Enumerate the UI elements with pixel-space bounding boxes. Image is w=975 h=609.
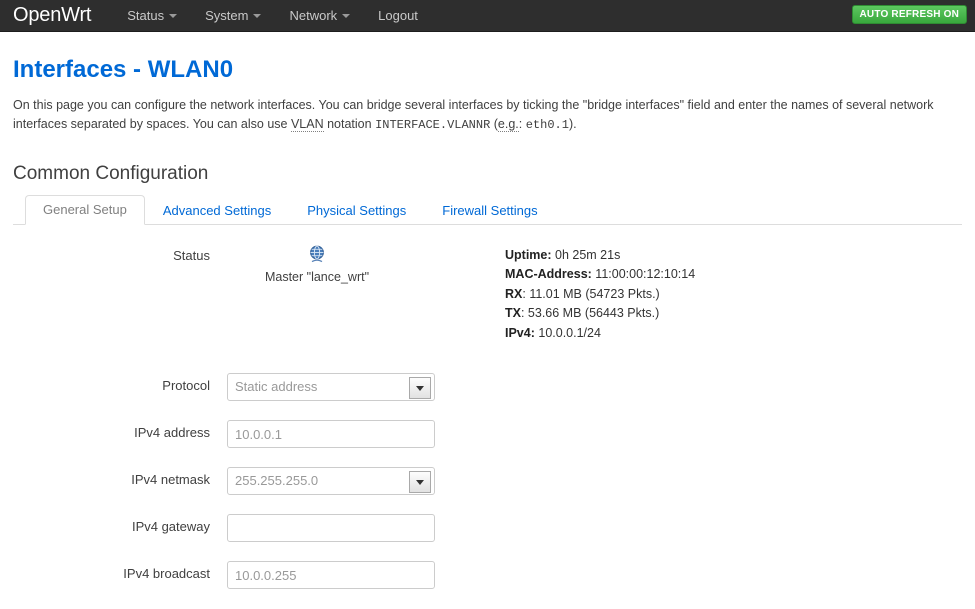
interface-vlannr-code: INTERFACE.VLANNR	[375, 118, 491, 132]
stat-tx: TX: 53.66 MB (56443 Pkts.)	[505, 304, 695, 323]
ipv4-gateway-input[interactable]	[227, 514, 435, 543]
stat-ipv4-value: 10.0.0.1/24	[538, 325, 601, 340]
nav-item-network-label: Network	[289, 8, 338, 23]
status-content: Master "lance_wrt" Uptime: 0h 25m 21s MA…	[227, 243, 695, 343]
general-setup-form: Status Master "lance_wrt" Uptime: 0h 25m…	[13, 225, 962, 590]
tab-physical-settings[interactable]: Physical Settings	[289, 196, 424, 225]
eg-abbreviation: e.g.	[497, 117, 519, 132]
settings-tab-bar: General Setup Advanced Settings Physical…	[13, 195, 962, 225]
ipv4-address-label: IPv4 address	[134, 425, 210, 441]
main-menu: Status System Network Logout	[113, 0, 432, 31]
page-content: Interfaces - WLAN0 On this page you can …	[0, 56, 975, 590]
page-description: On this page you can configure the netwo…	[13, 96, 958, 135]
nav-item-logout[interactable]: Logout	[364, 0, 432, 31]
stat-ipv4: IPv4: 10.0.0.1/24	[505, 324, 695, 343]
nav-item-system-label: System	[205, 8, 249, 23]
auto-refresh-badge[interactable]: AUTO REFRESH ON	[851, 5, 967, 24]
nav-item-status-label: Status	[127, 8, 165, 23]
stat-rx-key: RX	[505, 286, 523, 301]
protocol-label: Protocol	[162, 378, 210, 394]
nav-item-system[interactable]: System	[191, 0, 275, 31]
interface-status-block: Master "lance_wrt"	[227, 243, 407, 285]
dropdown-arrow-icon[interactable]	[409, 471, 431, 494]
ipv4-netmask-selected-value: 255.255.255.0	[235, 473, 319, 489]
vlan-abbreviation: VLAN	[290, 117, 324, 132]
stat-uptime-key: Uptime:	[505, 248, 552, 262]
form-row-ipv4-netmask: IPv4 netmask 255.255.255.0	[13, 467, 962, 496]
ipv4-netmask-field: 255.255.255.0	[227, 467, 435, 496]
form-row-ipv4-broadcast: IPv4 broadcast	[13, 561, 962, 590]
description-text-part2: notation	[323, 117, 376, 131]
interface-statistics: Uptime: 0h 25m 21s MAC-Address: 11:00:00…	[505, 243, 695, 343]
ipv4-broadcast-field	[227, 561, 435, 590]
chevron-down-icon	[169, 13, 178, 18]
status-label: Status	[173, 248, 210, 263]
stat-ipv4-key: IPv4:	[505, 325, 535, 340]
section-title-common-configuration: Common Configuration	[13, 163, 209, 184]
nav-item-logout-label: Logout	[378, 8, 418, 23]
form-row-protocol: Protocol Static address	[13, 373, 962, 402]
ipv4-gateway-field	[227, 514, 435, 543]
ipv4-broadcast-label: IPv4 broadcast	[123, 566, 210, 582]
stat-mac-address-value: 11:00:00:12:10:14	[595, 267, 696, 282]
interface-mode-caption: Master "lance_wrt"	[264, 270, 370, 284]
tab-general-setup[interactable]: General Setup	[25, 195, 145, 225]
form-row-ipv4-gateway: IPv4 gateway	[13, 514, 962, 543]
stat-tx-value: : 53.66 MB (56443 Pkts.)	[520, 306, 660, 321]
description-text-part3: (	[490, 117, 498, 131]
stat-rx-value: : 11.01 MB (54723 Pkts.)	[522, 286, 660, 301]
ipv4-address-field	[227, 420, 435, 449]
stat-mac-address: MAC-Address: 11:00:00:12:10:14	[505, 265, 695, 284]
protocol-selected-value: Static address	[235, 379, 318, 395]
stat-rx: RX: 11.01 MB (54723 Pkts.)	[505, 285, 695, 304]
ipv4-address-input[interactable]	[227, 420, 435, 449]
ipv4-broadcast-input[interactable]	[227, 561, 435, 590]
stat-tx-key: TX	[505, 306, 521, 321]
tab-advanced-settings[interactable]: Advanced Settings	[145, 196, 289, 225]
nav-item-network[interactable]: Network	[275, 0, 364, 31]
nav-item-status[interactable]: Status	[113, 0, 191, 31]
stat-uptime-value: 0h 25m 21s	[555, 248, 621, 262]
tab-firewall-settings[interactable]: Firewall Settings	[424, 196, 555, 225]
ipv4-gateway-label: IPv4 gateway	[131, 519, 210, 535]
form-row-ipv4-address: IPv4 address	[13, 420, 962, 449]
description-text-part5: ).	[568, 117, 577, 131]
protocol-field: Static address	[227, 373, 435, 402]
stat-uptime: Uptime: 0h 25m 21s	[505, 246, 695, 265]
wireless-globe-icon	[310, 245, 324, 263]
dropdown-arrow-icon[interactable]	[409, 377, 431, 400]
openwrt-logo[interactable]: OpenWrt	[0, 0, 91, 31]
ipv4-netmask-select[interactable]: 255.255.255.0	[227, 467, 435, 496]
page-title: Interfaces - WLAN0	[13, 56, 234, 83]
chevron-down-icon	[253, 13, 262, 18]
form-row-status: Status Master "lance_wrt" Uptime: 0h 25m…	[13, 243, 962, 343]
description-text-part4: :	[518, 117, 526, 131]
protocol-select[interactable]: Static address	[227, 373, 435, 402]
ipv4-netmask-label: IPv4 netmask	[131, 472, 210, 488]
eth0-example-code: eth0.1	[525, 118, 569, 132]
chevron-down-icon	[342, 13, 351, 18]
top-navigation-bar: OpenWrt Status System Network Logout AUT…	[0, 0, 975, 32]
stat-mac-address-key: MAC-Address:	[505, 267, 592, 282]
